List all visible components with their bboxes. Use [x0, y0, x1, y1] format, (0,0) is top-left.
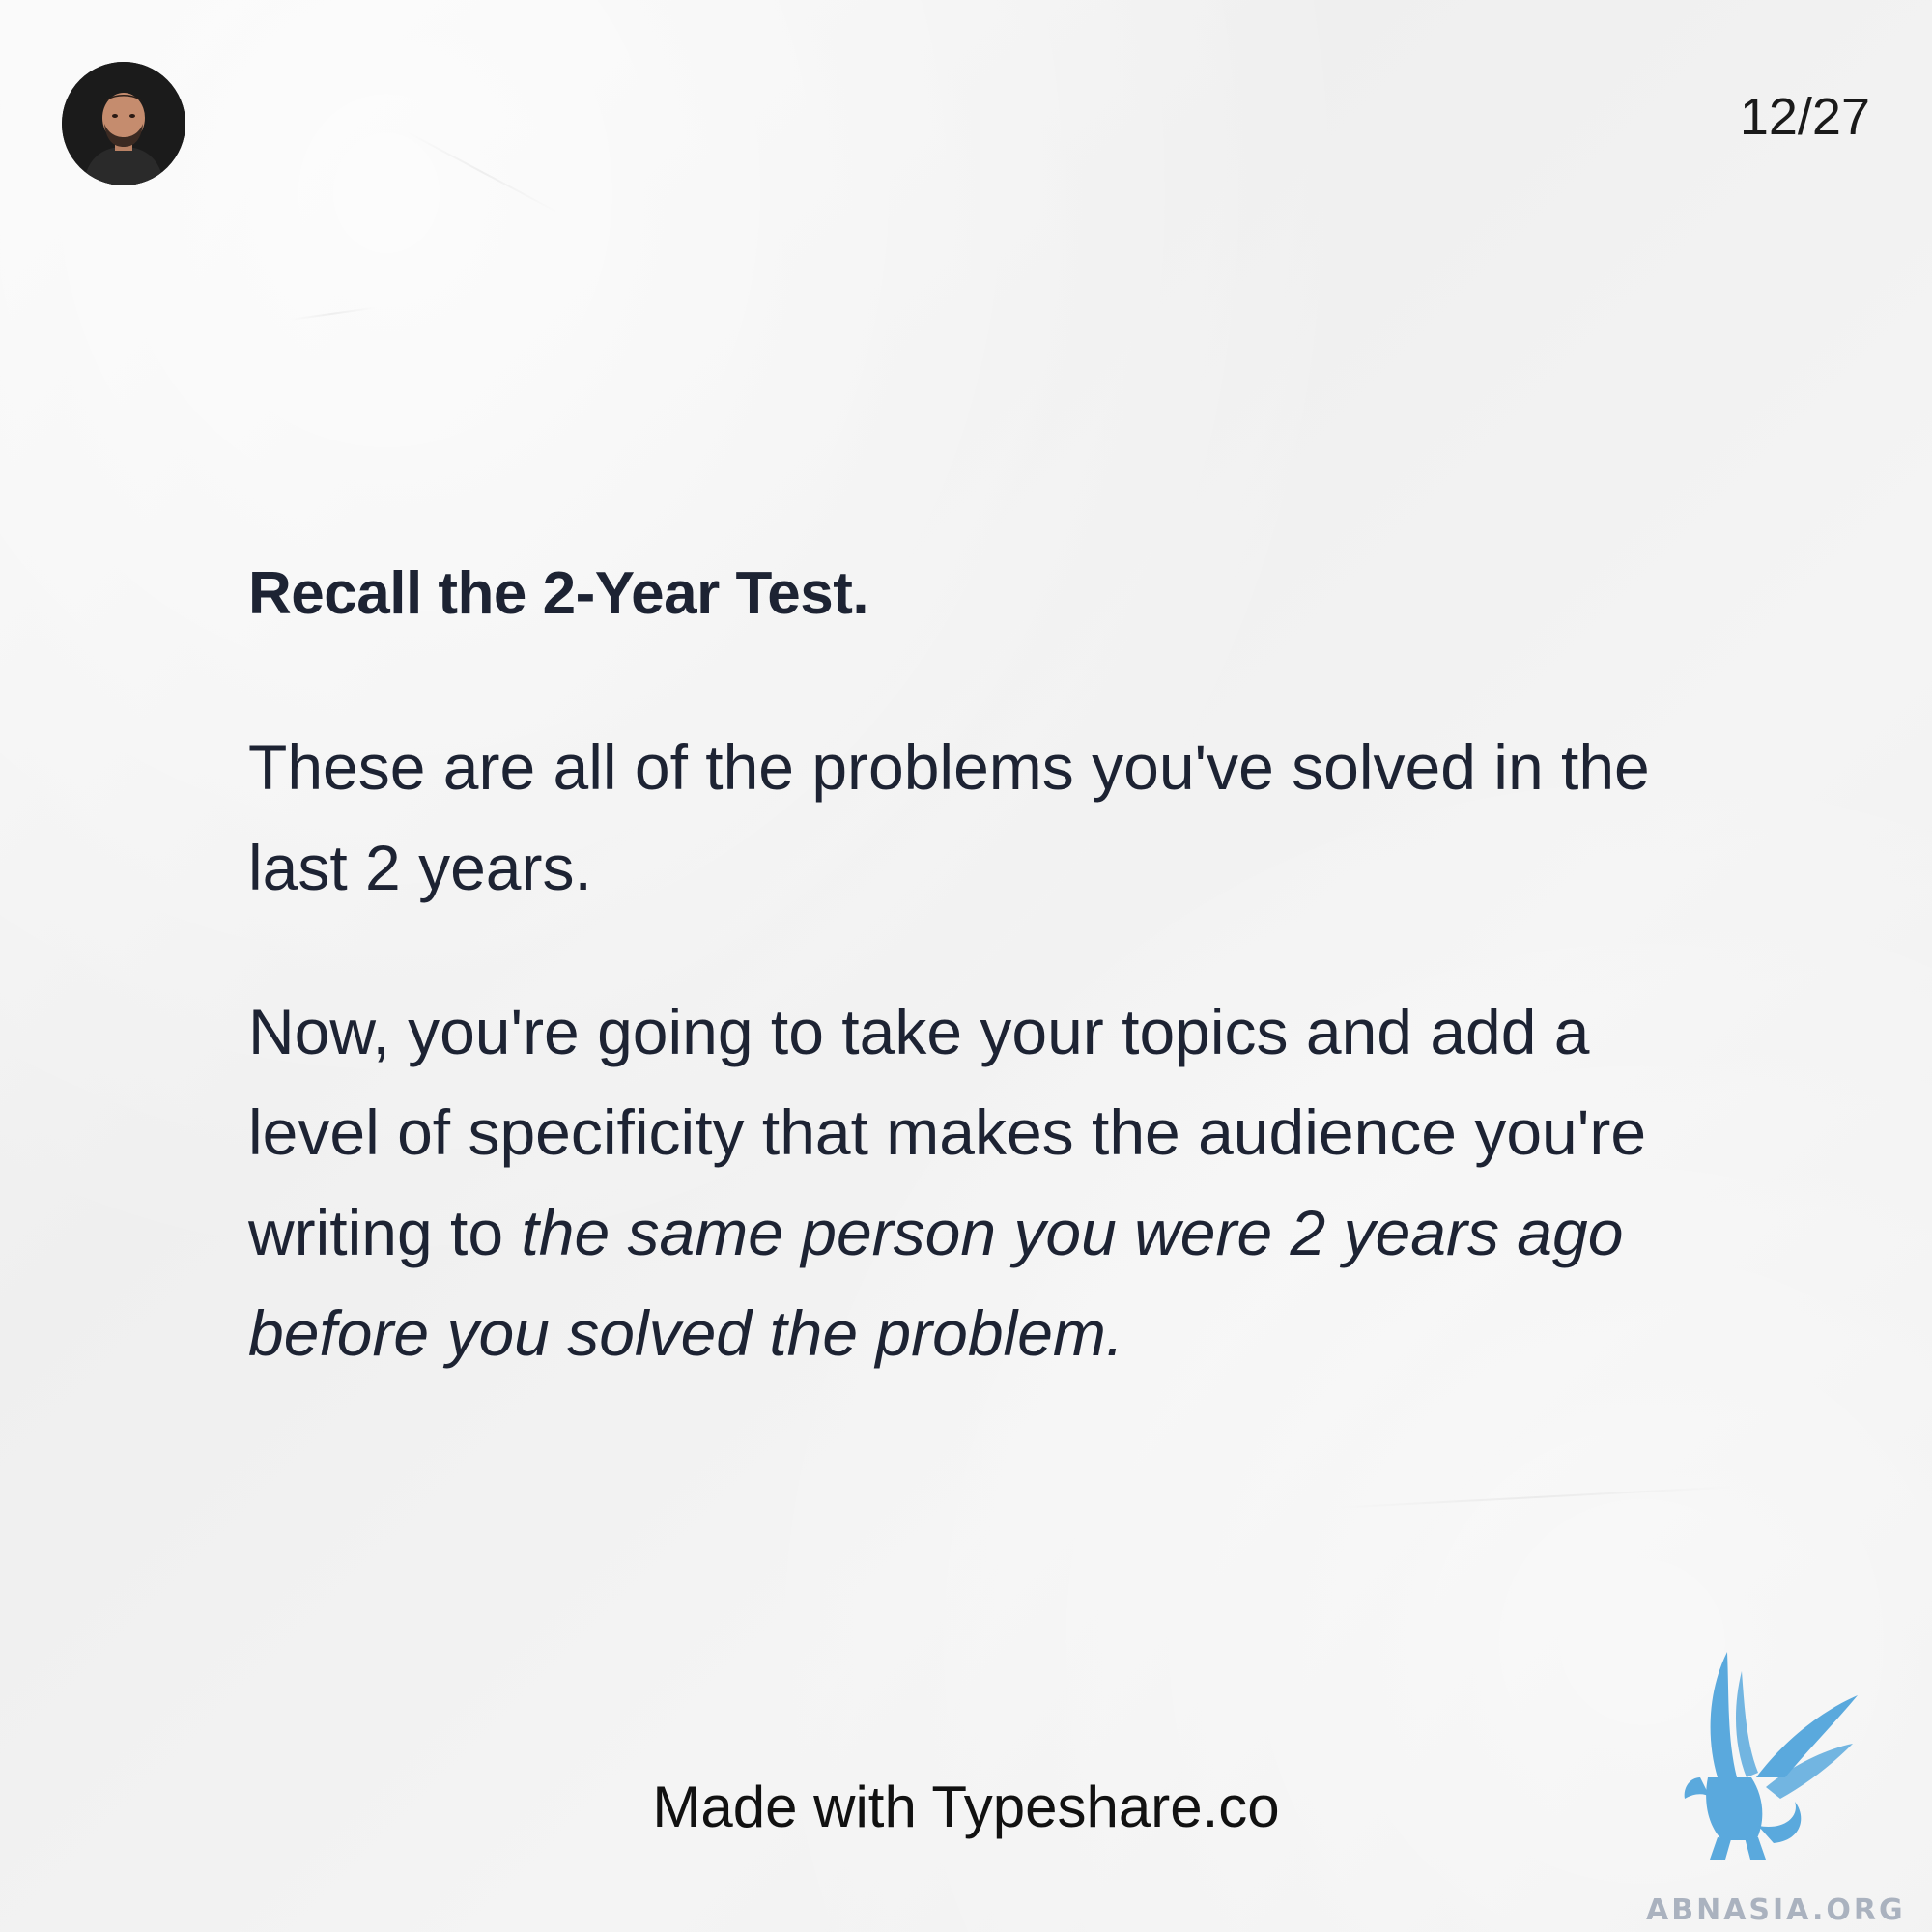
author-avatar — [62, 62, 185, 185]
paragraph-problems: These are all of the problems you've sol… — [248, 731, 1650, 904]
author-avatar-icon — [62, 62, 185, 185]
watermark-text: ABNASIA.ORG — [1646, 1893, 1906, 1927]
paragraph-specificity: Now, you're going to take your topics an… — [248, 981, 1717, 1383]
slide-heading: Recall the 2-Year Test. — [248, 560, 869, 627]
slide-content: Recall the 2-Year Test. These are all of… — [248, 558, 1717, 1447]
griffin-logo-icon — [1684, 1652, 1858, 1860]
watermark: ABNASIA.ORG — [1642, 1633, 1932, 1932]
page-counter: 12/27 — [1739, 88, 1870, 146]
